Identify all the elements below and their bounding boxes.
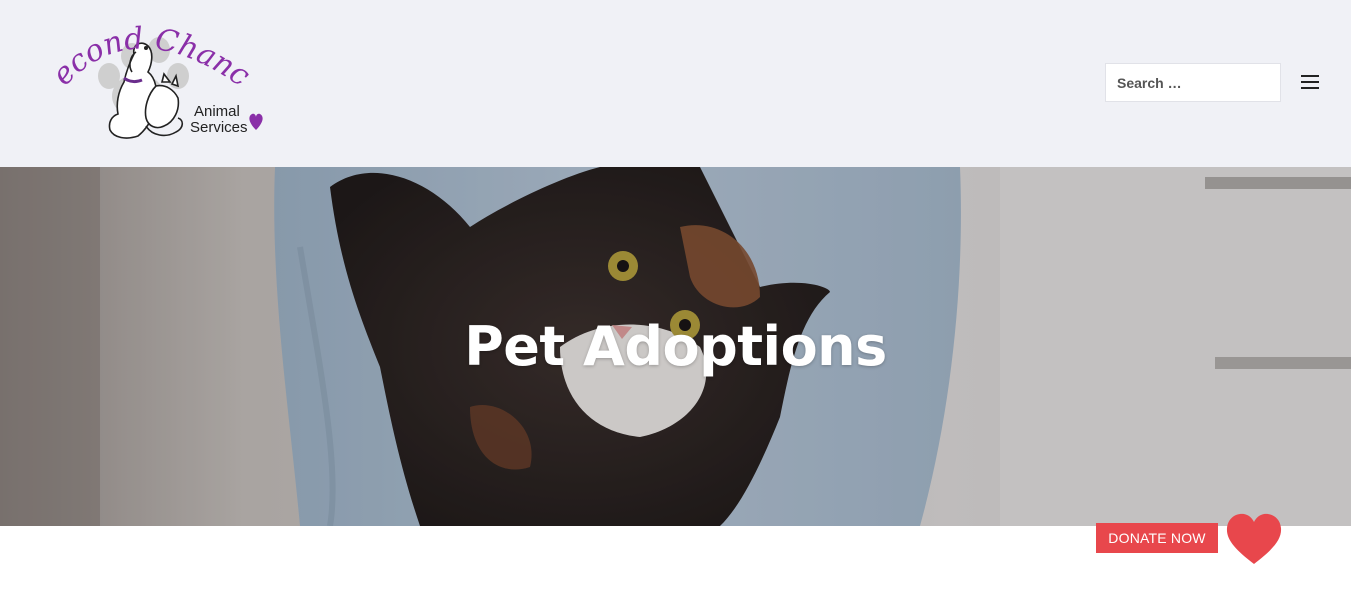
site-header: Second Chance Animal Services bbox=[0, 0, 1351, 167]
page-title: Pet Adoptions bbox=[464, 315, 887, 378]
hero-banner: Pet Adoptions bbox=[0, 167, 1351, 526]
logo-subtitle: Animal Services bbox=[190, 104, 248, 136]
logo-line-animal: Animal bbox=[194, 103, 240, 120]
hamburger-menu-icon[interactable] bbox=[1298, 72, 1322, 92]
search-input[interactable] bbox=[1105, 63, 1281, 102]
donate-now-button[interactable]: DONATE NOW bbox=[1096, 523, 1218, 553]
heart-icon[interactable] bbox=[1224, 512, 1284, 566]
site-logo[interactable]: Second Chance Animal Services bbox=[52, 18, 272, 146]
logo-line-services: Services bbox=[190, 119, 248, 136]
logo-heart-icon bbox=[249, 113, 263, 130]
